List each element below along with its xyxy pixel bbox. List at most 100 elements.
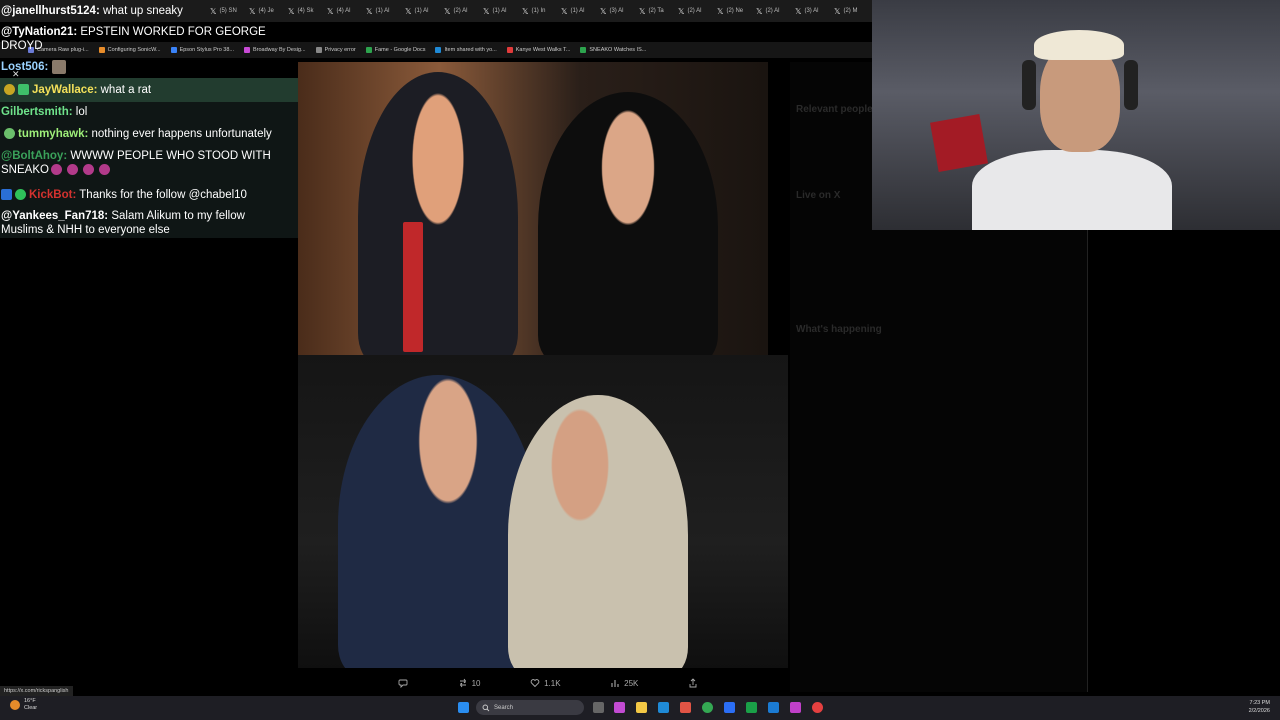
share-button[interactable]: [688, 678, 698, 688]
bookmark-item[interactable]: SNEAKO Watches IS...: [580, 47, 646, 53]
bookmarks-bar: Camera Raw plug-i... Configuring SonicW..…: [0, 42, 872, 58]
browser-tab[interactable]: 𝕏 (1) Al: [366, 7, 403, 16]
browser-tab[interactable]: 𝕏 (4) Je: [249, 7, 286, 16]
browser-tab[interactable]: 𝕏 (1) In: [522, 7, 559, 16]
taskbar-search[interactable]: Search: [476, 700, 584, 715]
bookmark-label: Fame - Google Docs: [374, 47, 426, 53]
weather-widget[interactable]: 16°F Clear: [10, 698, 37, 712]
app-icon-5[interactable]: [812, 702, 823, 713]
browser-tab[interactable]: 𝕏 (4) Al: [327, 7, 364, 16]
browser-tab[interactable]: 𝕏 (1) Al: [483, 7, 520, 16]
badge-icon: [4, 84, 15, 96]
browser-tab[interactable]: 𝕏 (2) Al: [444, 7, 481, 16]
app-icon-1[interactable]: [614, 702, 625, 713]
browser-tab[interactable]: 𝕏 (2) Ta: [639, 7, 676, 16]
post-image-bottom[interactable]: [298, 355, 788, 668]
bookmark-item[interactable]: Epson Stylus Pro 38...: [170, 47, 234, 53]
reply-icon: [398, 679, 408, 688]
app-icon-4[interactable]: [790, 702, 801, 713]
tab-title: (2) M: [843, 8, 858, 14]
emote-icon: [66, 164, 78, 176]
browser-tab[interactable]: 𝕏 (5) SN: [210, 7, 247, 16]
browser-tab[interactable]: 𝕏 (2) Al: [756, 7, 793, 16]
chat-message: DROYD: [1, 39, 43, 53]
bookmark-favicon-icon: [435, 47, 442, 53]
xbox-icon[interactable]: [746, 702, 757, 713]
x-logo-icon: 𝕏: [444, 6, 451, 16]
emote-icon: [50, 164, 62, 176]
chat-text: SNEAKO: [1, 164, 49, 176]
chat-text: Thanks for the follow @chabel10: [79, 189, 247, 201]
bookmark-item[interactable]: Broadway By Desig...: [243, 47, 306, 53]
browser-tab[interactable]: 𝕏 (2) Ne: [717, 7, 754, 16]
bookmark-favicon-icon: [365, 47, 372, 53]
x-logo-icon: 𝕏: [678, 6, 685, 16]
bookmark-item[interactable]: Privacy error: [315, 47, 356, 53]
chat-username[interactable]: tummyhawk:: [18, 128, 88, 140]
retweet-icon: [459, 678, 466, 688]
tab-title: (4) Je: [258, 8, 274, 14]
x-logo-icon: 𝕏: [600, 6, 607, 16]
app-icon-3[interactable]: [768, 702, 779, 713]
bookmark-label: Configuring SonicW...: [107, 47, 161, 53]
store-icon[interactable]: [680, 702, 691, 713]
retweet-button[interactable]: 10: [458, 678, 481, 688]
bookmark-label: Epson Stylus Pro 38...: [179, 47, 234, 53]
x-logo-icon: 𝕏: [522, 6, 529, 16]
weather-icon: [10, 700, 20, 710]
post-image-top[interactable]: [298, 62, 768, 355]
live-on-x-heading: Live on X: [796, 190, 841, 201]
browser-tab[interactable]: 𝕏 (4) Sk: [288, 7, 325, 16]
task-view-icon[interactable]: [593, 702, 604, 713]
search-placeholder: Search: [494, 704, 514, 711]
x-logo-icon: 𝕏: [210, 6, 217, 16]
bookmark-item[interactable]: Fame - Google Docs: [365, 47, 426, 53]
chat-username[interactable]: JayWallace:: [32, 84, 97, 96]
tab-title: (4) Al: [336, 8, 351, 14]
chat-text: Salam Alikum to my fellow: [111, 210, 245, 222]
windows-icon[interactable]: [458, 702, 469, 713]
tab-title: (3) Al: [609, 8, 624, 14]
browser-tab[interactable]: 𝕏 (2) Al: [678, 7, 715, 16]
bookmark-label: Camera Raw plug-i...: [37, 47, 89, 53]
bookmark-favicon-icon: [580, 47, 587, 53]
chat-username[interactable]: Lost506:: [1, 61, 48, 73]
bookmark-favicon-icon: [243, 47, 250, 53]
chat-username[interactable]: KickBot:: [29, 189, 76, 201]
reply-button[interactable]: [398, 678, 408, 688]
emote-icon: [51, 60, 66, 74]
edge-icon[interactable]: [658, 702, 669, 713]
chat-message: Lost506:: [1, 60, 69, 74]
bookmark-item[interactable]: Configuring SonicW...: [98, 47, 161, 53]
chrome-icon[interactable]: [702, 702, 713, 713]
browser-tab[interactable]: 𝕏 (3) Al: [795, 7, 832, 16]
browser-tab[interactable]: 𝕏 (1) Al: [561, 7, 598, 16]
bookmark-item[interactable]: Kanye West Walks T...: [506, 47, 570, 53]
browser-tab[interactable]: 𝕏 (1) Al: [405, 7, 442, 16]
chat-username[interactable]: @janellhurst5124:: [1, 5, 100, 17]
weather-cond: Clear: [24, 705, 38, 711]
x-logo-icon: 𝕏: [405, 6, 412, 16]
views-button[interactable]: 25K: [610, 678, 638, 688]
bookmark-favicon-icon: [506, 47, 513, 53]
browser-tab[interactable]: 𝕏 (3) Al: [600, 7, 637, 16]
chat-message: @janellhurst5124: what up sneaky: [1, 4, 183, 18]
x-logo-icon: 𝕏: [756, 6, 763, 16]
tab-title: (3) Al: [804, 8, 819, 14]
like-button[interactable]: 1.1K: [530, 678, 561, 688]
bookmark-favicon-icon: [170, 47, 177, 53]
chat-username[interactable]: @BoltAhoy:: [1, 150, 67, 162]
share-icon: [689, 678, 697, 688]
chat-username[interactable]: Gilbertsmith:: [1, 106, 73, 118]
status-url: https://x.com/rickspanglish: [0, 686, 73, 696]
emote-icon: [98, 164, 110, 176]
app-icon-2[interactable]: [724, 702, 735, 713]
chat-username[interactable]: @TyNation21:: [1, 26, 77, 38]
system-clock[interactable]: 7:23 PM 2/2/2026: [1249, 699, 1270, 715]
file-explorer-icon[interactable]: [636, 702, 647, 713]
browser-tab[interactable]: 𝕏 (2) M: [834, 7, 871, 16]
bookmark-favicon-icon: [315, 47, 322, 53]
search-icon: [482, 704, 490, 711]
bookmark-item[interactable]: Item shared with yo...: [435, 47, 497, 53]
chat-username[interactable]: @Yankees_Fan718:: [1, 210, 108, 222]
